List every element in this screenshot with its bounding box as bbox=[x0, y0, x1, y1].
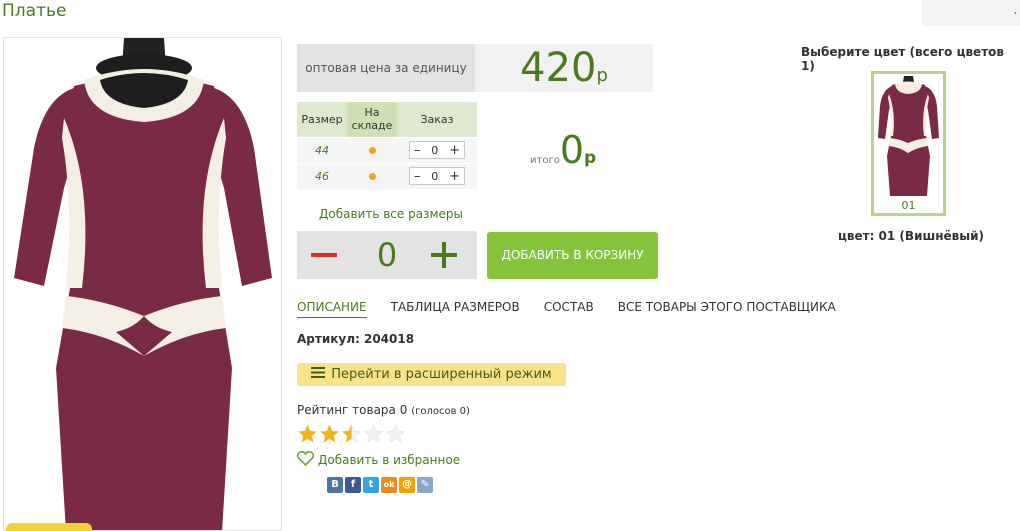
swatch-code: 01 bbox=[901, 199, 916, 212]
add-all-sizes-link[interactable]: Добавить все размеры bbox=[319, 207, 463, 221]
star-icon[interactable] bbox=[385, 424, 406, 444]
color-swatch[interactable]: 01 bbox=[871, 71, 946, 216]
tab-description[interactable]: ОПИСАНИЕ bbox=[297, 300, 367, 318]
price-label: оптовая цена за единицу bbox=[297, 44, 475, 92]
size-cell: 44 bbox=[297, 136, 347, 163]
odnoklassniki-icon[interactable]: ok bbox=[381, 477, 397, 493]
total-currency: р bbox=[584, 148, 597, 168]
product-tabs: ОПИСАНИЕ ТАБЛИЦА РАЗМЕРОВ СОСТАВ ВСЕ ТОВ… bbox=[297, 300, 836, 318]
rating-stars[interactable] bbox=[297, 424, 406, 444]
stock-cell bbox=[347, 136, 397, 163]
order-cell: – 0 + bbox=[397, 136, 477, 163]
star-icon[interactable] bbox=[297, 424, 318, 444]
order-plus-button[interactable]: + bbox=[449, 169, 460, 184]
rating-label: Рейтинг товара 0 bbox=[297, 403, 408, 417]
order-total: итого0р bbox=[530, 128, 596, 172]
facebook-icon[interactable]: f bbox=[345, 477, 361, 493]
stock-dot-icon bbox=[368, 172, 376, 180]
quantity-minus-button[interactable] bbox=[311, 253, 337, 257]
size-header: Размер bbox=[297, 102, 347, 137]
color-picker-title: Выберите цвет (всего цветов 1) bbox=[801, 45, 1004, 73]
social-share-bar: Вf t ok @ ✎ bbox=[327, 477, 433, 493]
order-qty[interactable]: 0 bbox=[431, 144, 438, 157]
rating-votes: (голосов 0) bbox=[411, 406, 470, 417]
top-right-control[interactable]: ⸱ bbox=[922, 0, 1020, 26]
order-plus-button[interactable]: + bbox=[449, 143, 460, 158]
size-cell: 46 bbox=[297, 162, 347, 189]
order-stepper[interactable]: – 0 + bbox=[409, 167, 465, 186]
stock-cell bbox=[347, 162, 397, 189]
order-minus-button[interactable]: – bbox=[414, 169, 421, 184]
price-box: оптовая цена за единицу 420р bbox=[297, 44, 653, 92]
product-photo[interactable] bbox=[3, 37, 282, 531]
promo-badge bbox=[6, 523, 92, 531]
price-number: 420 bbox=[520, 45, 597, 91]
tab-supplier-products[interactable]: ВСЕ ТОВАРЫ ЭТОГО ПОСТАВЩИКА bbox=[618, 300, 836, 318]
size-table: Размер На складе Заказ 44 – 0 + 46 – 0 + bbox=[297, 102, 477, 189]
list-icon bbox=[311, 363, 326, 386]
favorites-label: Добавить в избранное bbox=[318, 453, 461, 467]
order-minus-button[interactable]: – bbox=[414, 143, 421, 158]
star-icon[interactable] bbox=[319, 424, 340, 444]
order-qty[interactable]: 0 bbox=[431, 170, 438, 183]
tab-size-chart[interactable]: ТАБЛИЦА РАЗМЕРОВ bbox=[391, 300, 520, 318]
tab-composition[interactable]: СОСТАВ bbox=[544, 300, 594, 318]
total-label: итого bbox=[530, 155, 560, 166]
quantity-value[interactable]: 0 bbox=[367, 231, 407, 279]
order-cell: – 0 + bbox=[397, 162, 477, 189]
extended-mode-button[interactable]: Перейти в расширенный режим bbox=[297, 363, 566, 386]
rating-text: Рейтинг товара 0 (голосов 0) bbox=[297, 403, 470, 417]
stock-header: На складе bbox=[347, 102, 397, 137]
page-title: Платье bbox=[2, 1, 67, 21]
quantity-stepper: 0 bbox=[297, 231, 477, 279]
quantity-plus-button[interactable] bbox=[431, 242, 457, 268]
table-row: 44 – 0 + bbox=[297, 136, 477, 163]
price-currency: р bbox=[596, 65, 608, 86]
twitter-icon[interactable]: t bbox=[363, 477, 379, 493]
total-value: 0 bbox=[559, 128, 585, 172]
star-icon[interactable] bbox=[341, 424, 362, 444]
add-to-cart-button[interactable]: ДОБАВИТЬ В КОРЗИНУ bbox=[487, 232, 658, 279]
order-stepper[interactable]: – 0 + bbox=[409, 141, 465, 159]
order-header: Заказ bbox=[397, 102, 477, 137]
star-icon[interactable] bbox=[363, 424, 384, 444]
vk-icon[interactable]: В bbox=[327, 477, 343, 493]
dress-illustration bbox=[14, 38, 272, 530]
price-value: 420р bbox=[475, 44, 653, 92]
top-right-text: ⸱ bbox=[1013, 6, 1017, 20]
add-to-favorites[interactable]: Добавить в избранное bbox=[296, 450, 461, 469]
livejournal-icon[interactable]: ✎ bbox=[417, 477, 433, 493]
heart-icon bbox=[296, 450, 315, 469]
mailru-icon[interactable]: @ bbox=[399, 477, 415, 493]
stock-dot-icon bbox=[368, 146, 376, 154]
table-row: 46 – 0 + bbox=[297, 162, 477, 189]
selected-color-label: цвет: 01 (Вишнёвый) bbox=[838, 229, 984, 243]
article-number: Артикул: 204018 bbox=[297, 332, 415, 346]
dress-thumbnail bbox=[878, 76, 939, 196]
extended-mode-label: Перейти в расширенный режим bbox=[331, 367, 552, 382]
